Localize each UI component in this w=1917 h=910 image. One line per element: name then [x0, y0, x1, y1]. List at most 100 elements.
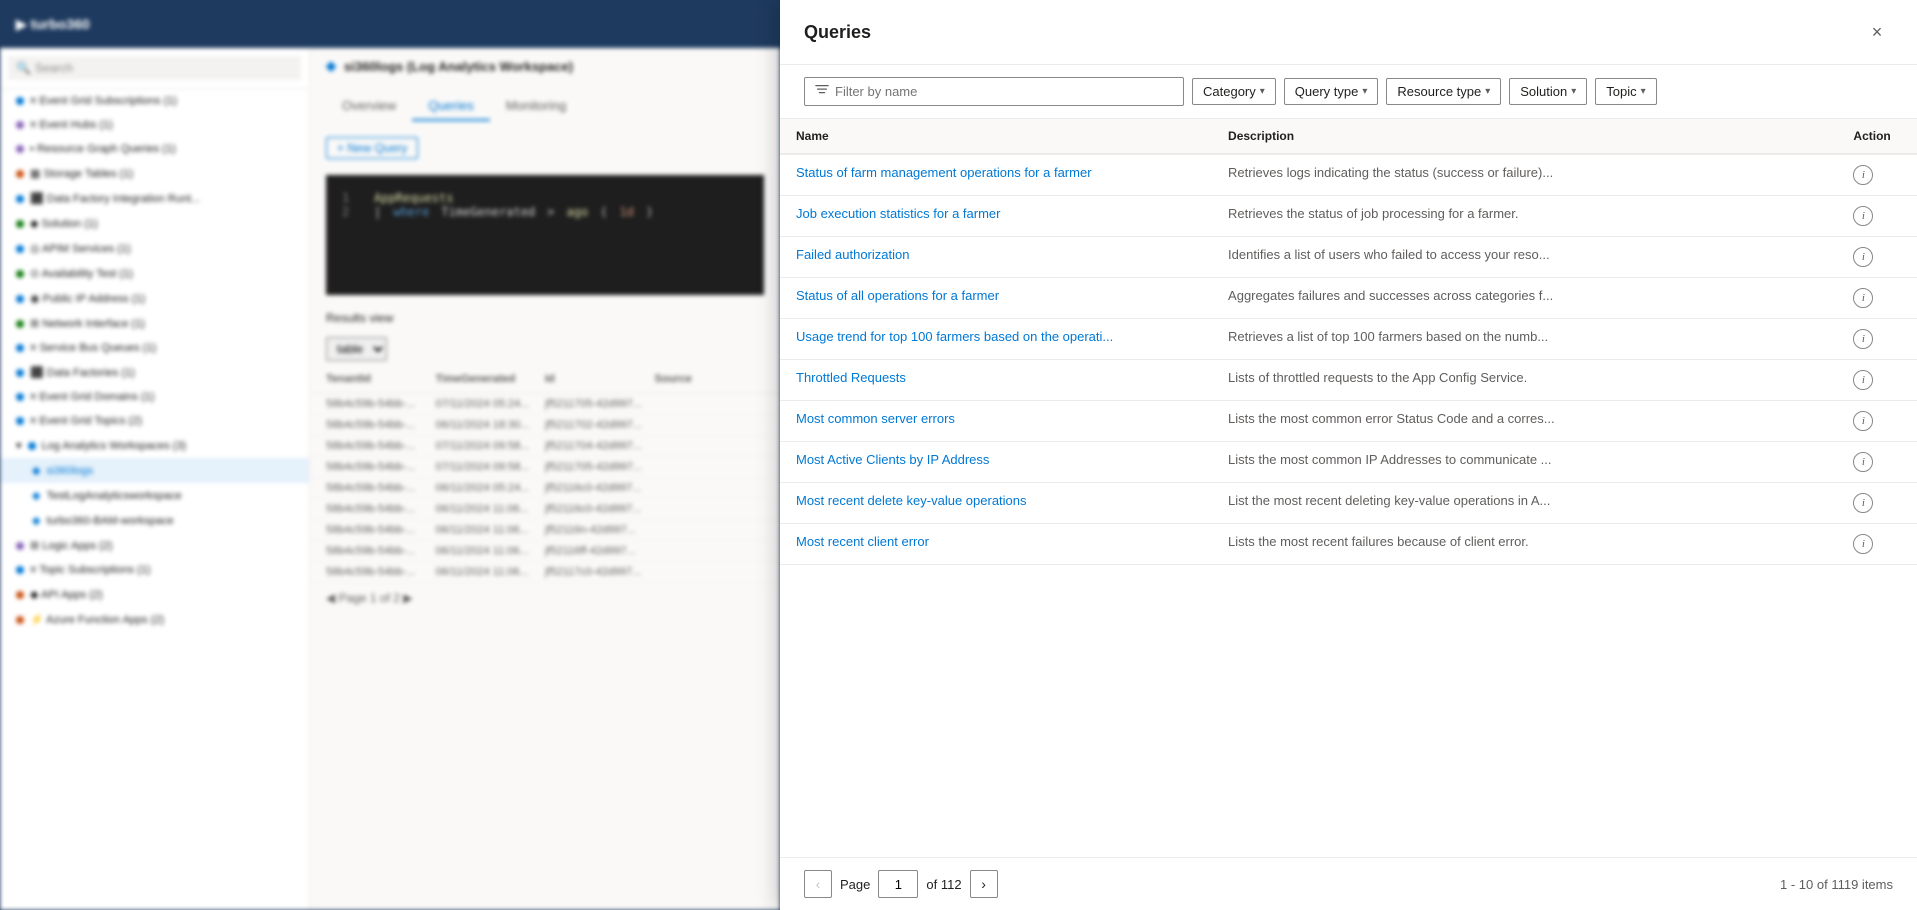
sidebar-event-hubs: ≡ Event Hubs (1) [0, 113, 309, 137]
query-description: Retrieves the status of job processing f… [1212, 196, 1837, 237]
result-row: 58b4c59b-54bb-...06/11/2024 11:06...jf52… [310, 562, 780, 583]
sidebar-azure-functions: ⚡ Azure Function Apps (2) [0, 607, 309, 632]
sidebar-public-ip: ◉ Public IP Address (1) [0, 286, 309, 311]
table-row: Status of farm management operations for… [780, 154, 1917, 196]
query-description: Lists the most common error Status Code … [1212, 401, 1837, 442]
modal-header: Queries × [780, 0, 1917, 65]
query-description: Identifies a list of users who failed to… [1212, 237, 1837, 278]
result-row: 58b4c59b-54bb-...06/11/2024 11:06...jf52… [310, 541, 780, 562]
query-description: Lists the most recent failures because o… [1212, 524, 1837, 565]
sidebar-data-factories: ⬛ Data Factories (1) [0, 360, 309, 385]
queries-table: Name Description Action Status of farm m… [780, 119, 1917, 565]
info-button[interactable]: i [1853, 452, 1873, 472]
query-name-link[interactable]: Usage trend for top 100 farmers based on… [796, 329, 1113, 344]
table-row: Status of all operations for a farmerAgg… [780, 278, 1917, 319]
result-row: 58b4c59b-54bb-...06/11/2024 05:24...jf52… [310, 478, 780, 499]
category-filter-button[interactable]: Category ▾ [1192, 78, 1276, 105]
app-main: ◆ si360logs (Log Analytics Workspace) Ov… [310, 48, 780, 910]
sidebar-bam-workspace: ◆ turbo360-BAM-workspace [0, 508, 309, 533]
filter-input[interactable] [835, 84, 1173, 99]
app-logo: ▶ turbo360 [16, 16, 90, 33]
prev-page-button[interactable]: ‹ [804, 870, 832, 898]
info-button[interactable]: i [1853, 493, 1873, 513]
query-type-filter-button[interactable]: Query type ▾ [1284, 78, 1379, 105]
sidebar-api-apps: ◆ API Apps (2) [0, 582, 309, 607]
app-tabs: Overview Queries Monitoring [310, 84, 780, 129]
monitoring-tab: Monitoring [490, 92, 583, 121]
info-button[interactable]: i [1853, 247, 1873, 267]
sidebar-storage: ▦ Storage Tables (1) [0, 161, 309, 186]
queries-tab: Queries [412, 92, 490, 121]
sidebar-solution: ◆ Solution (1) [0, 211, 309, 236]
code-editor: 1 AppRequests 2 | where TimeGenerated > … [326, 175, 764, 295]
modal-title: Queries [804, 22, 871, 43]
next-icon: › [981, 876, 986, 892]
next-page-button[interactable]: › [970, 870, 998, 898]
pagination: ‹ Page of 112 › [804, 870, 998, 898]
app-header: ▶ turbo360 [0, 0, 780, 48]
close-button[interactable]: × [1861, 16, 1893, 48]
info-button[interactable]: i [1853, 411, 1873, 431]
query-description: Retrieves a list of top 100 farmers base… [1212, 319, 1837, 360]
app-sidebar: 🔍 Search ≡ Event Grid Subscriptions (1) … [0, 48, 310, 910]
filter-bar: Category ▾ Query type ▾ Resource type ▾ … [780, 65, 1917, 119]
result-row: 58b4c59b-54bb-...06/11/2024 11:06...jf52… [310, 520, 780, 541]
info-button[interactable]: i [1853, 165, 1873, 185]
query-name-link[interactable]: Most Active Clients by IP Address [796, 452, 989, 467]
items-count: 1 - 10 of 1119 items [1780, 877, 1893, 892]
result-row: 58b4c59b-54bb-...06/11/2024 18:30...jf52… [310, 415, 780, 436]
query-name-link[interactable]: Status of farm management operations for… [796, 165, 1092, 180]
info-button[interactable]: i [1853, 288, 1873, 308]
query-name-link[interactable]: Most recent client error [796, 534, 929, 549]
query-name-link[interactable]: Job execution statistics for a farmer [796, 206, 1000, 221]
name-column-header: Name [780, 119, 1212, 154]
modal-footer: ‹ Page of 112 › 1 - 10 of 1119 items [780, 857, 1917, 910]
filter-input-wrap[interactable] [804, 77, 1184, 106]
query-description: Lists the most common IP Addresses to co… [1212, 442, 1837, 483]
chevron-down-icon: ▾ [1485, 86, 1490, 97]
chevron-down-icon: ▾ [1641, 86, 1646, 97]
page-number-input[interactable] [878, 870, 918, 898]
app-background: ▶ turbo360 🔍 Search ≡ Event Grid Subscri… [0, 0, 780, 910]
topic-filter-button[interactable]: Topic ▾ [1595, 78, 1656, 105]
resource-type-filter-button[interactable]: Resource type ▾ [1386, 78, 1501, 105]
description-column-header: Description [1212, 119, 1837, 154]
info-button[interactable]: i [1853, 206, 1873, 226]
query-name-link[interactable]: Most recent delete key-value operations [796, 493, 1027, 508]
result-row: 58b4c59b-54bb-...07/11/2024 09:58...jf52… [310, 457, 780, 478]
sidebar-event-grid-domains: ≡ Event Grid Domains (1) [0, 385, 309, 409]
query-name-link[interactable]: Failed authorization [796, 247, 909, 262]
solution-filter-button[interactable]: Solution ▾ [1509, 78, 1587, 105]
sidebar-network: ⊞ Network Interface (1) [0, 311, 309, 336]
overview-tab: Overview [326, 92, 412, 121]
results-table-header: TenantId TimeGenerated Id Source [310, 365, 780, 394]
sidebar-event-grid-topics: ≡ Event Grid Topics (2) [0, 409, 309, 433]
table-row: Most recent delete key-value operationsL… [780, 483, 1917, 524]
sidebar-si360logs: ◆ si360logs [0, 458, 309, 483]
queries-modal: Queries × Category ▾ Query type ▾ Resour… [780, 0, 1917, 910]
table-row: Throttled RequestsLists of throttled req… [780, 360, 1917, 401]
page-label: Page [840, 877, 870, 892]
chevron-down-icon: ▾ [1571, 86, 1576, 97]
table-row: Failed authorization Identifies a list of… [780, 237, 1917, 278]
action-column-header: Action [1837, 119, 1917, 154]
sidebar-topic-subs: ≡ Topic Subscriptions (1) [0, 558, 309, 582]
result-row: 58b4c59b-54bb-...06/11/2024 11:06...jf52… [310, 499, 780, 520]
sidebar-resource-graph: ▪ Resource Graph Queries (1) [0, 137, 309, 161]
table-row: Job execution statistics for a farmer Ret… [780, 196, 1917, 237]
chevron-down-icon: ▾ [1260, 86, 1265, 97]
of-label: of 112 [926, 877, 961, 892]
sidebar-service-bus: ≡ Service Bus Queues (1) [0, 336, 309, 360]
result-row: 58b4c59b-54bb-...07/11/2024 05:24...jf52… [310, 394, 780, 415]
info-button[interactable]: i [1853, 534, 1873, 554]
table-row: Usage trend for top 100 farmers based on… [780, 319, 1917, 360]
table-row: Most Active Clients by IP Address Lists t… [780, 442, 1917, 483]
query-name-link[interactable]: Status of all operations for a farmer [796, 288, 999, 303]
prev-icon: ‹ [816, 876, 821, 892]
info-button[interactable]: i [1853, 370, 1873, 390]
queries-table-container: Name Description Action Status of farm m… [780, 119, 1917, 857]
info-button[interactable]: i [1853, 329, 1873, 349]
query-name-link[interactable]: Throttled Requests [796, 370, 906, 385]
query-name-link[interactable]: Most common server errors [796, 411, 955, 426]
sidebar-data-factory: ⬛ Data Factory Integration Runt... [0, 186, 309, 211]
